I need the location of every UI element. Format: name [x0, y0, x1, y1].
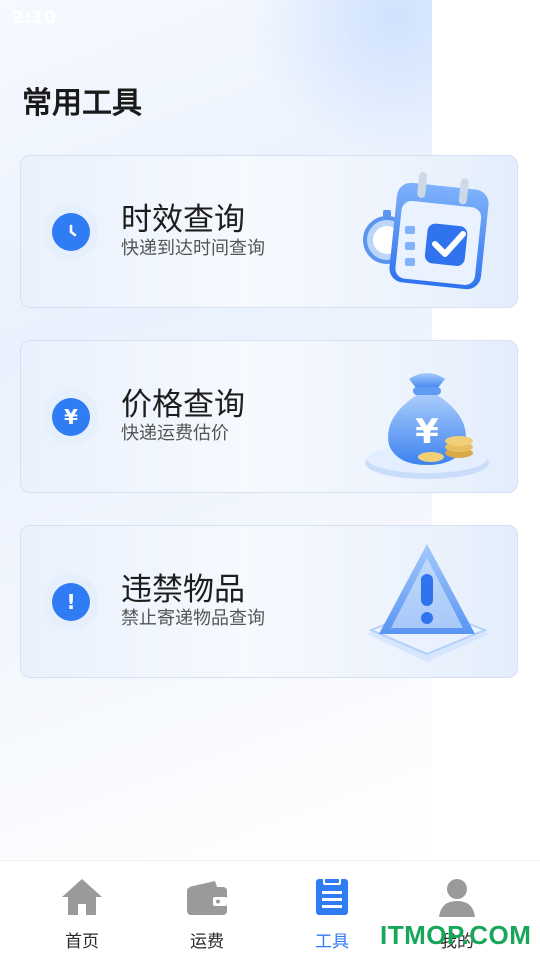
- card-subtitle: 快递到达时间查询: [121, 238, 265, 259]
- home-icon: [62, 879, 102, 915]
- tab-label: 首页: [65, 932, 99, 952]
- card-title: 违禁物品: [121, 572, 245, 608]
- status-time: 2:10: [12, 8, 57, 28]
- card-subtitle: 禁止寄递物品查询: [121, 608, 265, 629]
- tab-home[interactable]: 首页: [32, 861, 132, 961]
- warning-sign-illustration: [367, 544, 489, 662]
- clock-icon: [43, 204, 99, 260]
- tab-tools[interactable]: 工具: [282, 861, 382, 961]
- tab-shipping-fee[interactable]: 运费: [157, 861, 257, 961]
- background-glow: [250, 0, 432, 160]
- profile-icon: [439, 879, 475, 917]
- calendar-check-illustration: [363, 172, 489, 290]
- card-time-query[interactable]: 时效查询 快递到达时间查询: [20, 155, 518, 308]
- exclamation-icon: !: [43, 574, 99, 630]
- money-bag-illustration: ¥: [365, 373, 489, 479]
- yen-icon: ¥: [43, 389, 99, 445]
- tab-label: 运费: [190, 932, 224, 952]
- tools-icon: [316, 877, 348, 915]
- wallet-icon: [187, 881, 227, 915]
- watermark-text: ITMOP.COM: [380, 920, 532, 950]
- card-title: 时效查询: [121, 202, 245, 238]
- page-title: 常用工具: [22, 86, 142, 121]
- svg-text:¥: ¥: [415, 412, 439, 452]
- card-prohibited-items[interactable]: ! 违禁物品 禁止寄递物品查询: [20, 525, 518, 678]
- card-subtitle: 快递运费估价: [121, 423, 229, 444]
- card-title: 价格查询: [121, 387, 245, 423]
- tab-label: 工具: [315, 932, 349, 952]
- card-price-query[interactable]: ¥ 价格查询 快递运费估价 ¥: [20, 340, 518, 493]
